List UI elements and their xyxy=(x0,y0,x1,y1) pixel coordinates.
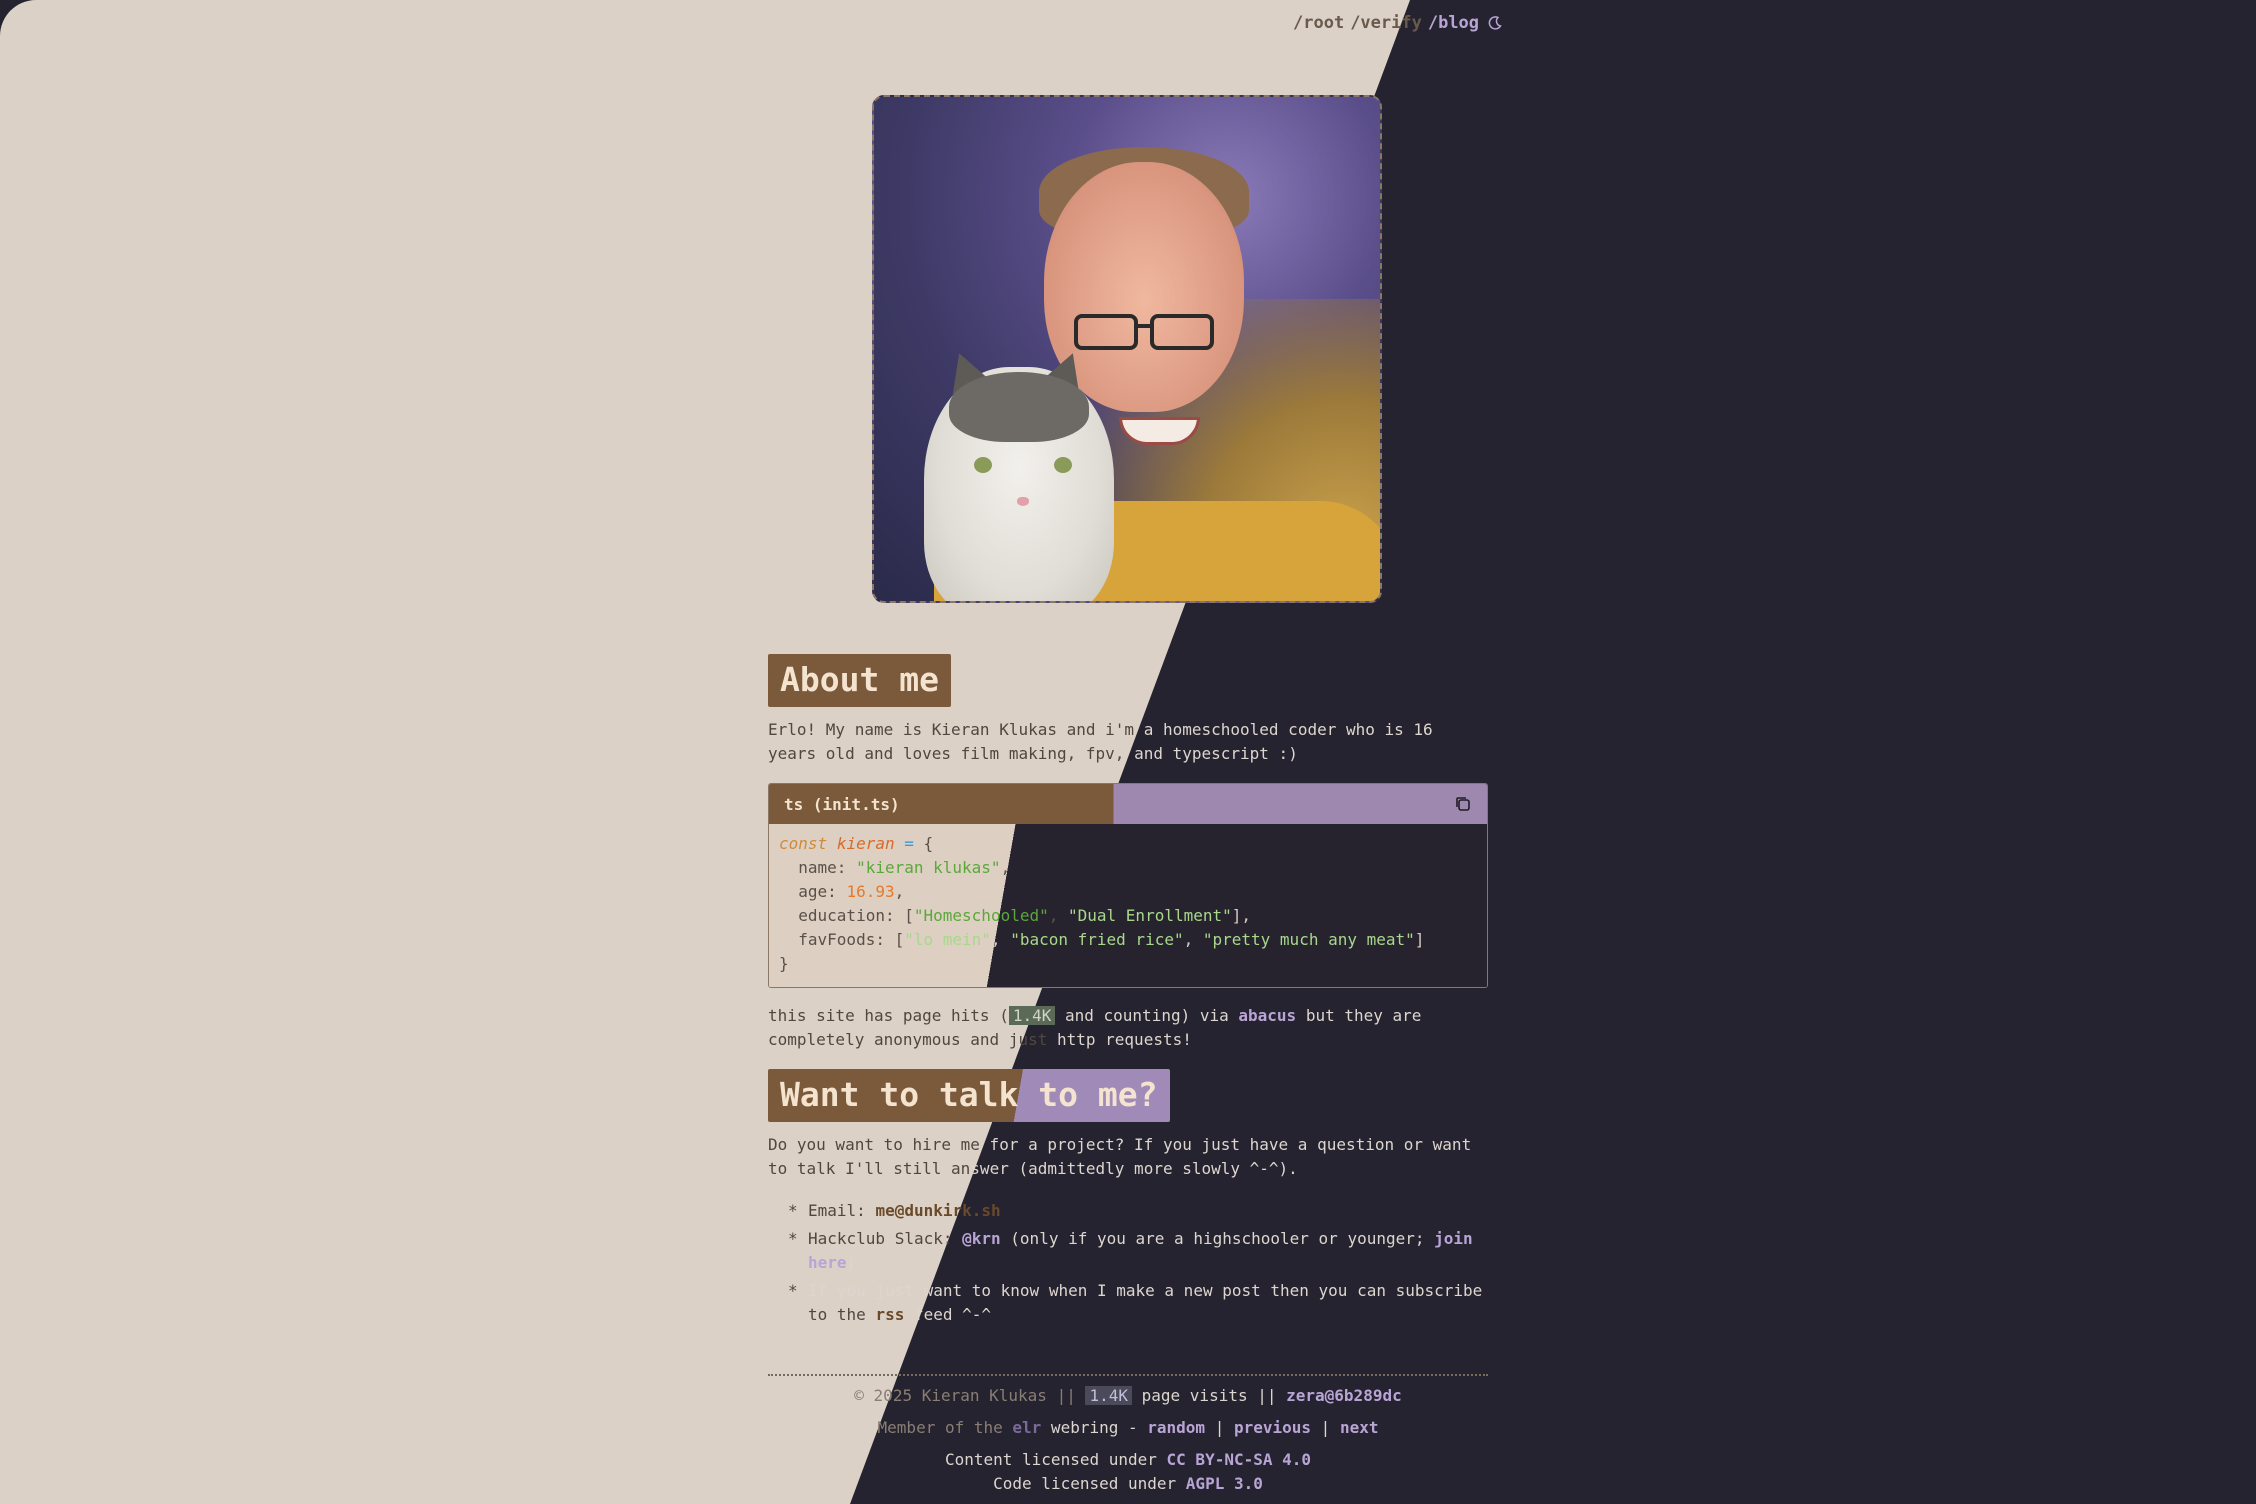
profile-photo xyxy=(872,95,1382,603)
about-heading: About me xyxy=(768,654,951,707)
code-line-2: name: "kieran klukas", xyxy=(798,858,1011,877)
nav-root-link[interactable]: /root xyxy=(1293,13,1344,33)
rss-link[interactable]: rss xyxy=(875,1305,904,1324)
footer-code-license: Code licensed under AGPL 3.0 xyxy=(768,1472,1488,1496)
code-string: "kieran klukas" xyxy=(856,858,1001,877)
footer-divider xyxy=(768,1374,1488,1376)
webring-previous-link[interactable]: previous xyxy=(1234,1418,1311,1437)
code-line-5: favFoods: ["lo mein", "bacon fried rice"… xyxy=(798,930,1425,949)
code-key: name xyxy=(798,858,837,877)
talk-text-b: for a project? If you just have a questi… xyxy=(979,1135,1472,1154)
code-line-1: const kieran = { xyxy=(779,832,1477,856)
cat-eye-left xyxy=(974,457,992,473)
footer-copyright: © 2025 Kieran Klukas || xyxy=(854,1386,1086,1405)
about-paragraph: Erlo! My name is Kieran Klukas and i'm a… xyxy=(768,718,1488,766)
code-keyword: const xyxy=(779,834,828,853)
footer-webring-line: Member of the elr webring - random | pre… xyxy=(768,1416,1488,1440)
talk-text-a: Do you want to hire me xyxy=(768,1135,980,1154)
code-line-3: age: 16.93, xyxy=(798,882,905,901)
hits-text-line2b: http requests! xyxy=(1047,1030,1192,1049)
page: /root /verify /blog About me Erlo! My na… xyxy=(0,0,2256,1504)
hits-paragraph: this site has page hits (1.4K and counti… xyxy=(768,1004,1488,1052)
code-block-title: ts (init.ts) xyxy=(784,794,900,814)
about-text-a: Erlo! My name is Kieran Klukas and i'm xyxy=(768,720,1135,739)
code-variable: kieran xyxy=(836,834,895,853)
talk-paragraph: Do you want to hire me for a project? If… xyxy=(768,1133,1488,1181)
code-block-body: const kieran = { name: "kieran klukas", … xyxy=(769,824,1487,987)
footer-visits-badge: 1.4K xyxy=(1085,1386,1132,1405)
code-operator: = xyxy=(904,834,914,853)
webring-text-pre: Member of the xyxy=(877,1418,1013,1437)
code-number: 16.93 xyxy=(846,882,895,901)
moon-icon[interactable] xyxy=(1487,15,1503,31)
rss-text-b: to the xyxy=(808,1305,876,1324)
code-license-link[interactable]: AGPL 3.0 xyxy=(1186,1474,1263,1493)
hits-text-pre: this site has page hits ( xyxy=(768,1006,1009,1025)
footer-copyright-line: © 2025 Kieran Klukas || 1.4K page visits… xyxy=(768,1384,1488,1408)
code-license-label: Code licensed under xyxy=(993,1474,1186,1493)
slack-note: (only if you are a highschooler or young… xyxy=(1000,1229,1435,1248)
code-line-4: education: ["Homeschooled", "Dual Enroll… xyxy=(798,906,1252,925)
rss-text-c: feed ^-^ xyxy=(904,1305,992,1324)
webring-link[interactable]: elr xyxy=(1012,1418,1041,1437)
nav-verify-link[interactable]: /verify xyxy=(1350,13,1422,33)
about-text-d: and typescript :) xyxy=(1134,744,1298,763)
webring-separator: | xyxy=(1311,1418,1340,1437)
talk-text-c: to talk I'll still an xyxy=(768,1159,971,1178)
list-item-slack: Hackclub Slack: @krn (only if you are a … xyxy=(768,1227,1488,1275)
hits-text-mid: and counting) via xyxy=(1055,1006,1239,1025)
talk-text-d: swer (admittedly more slowly ^-^). xyxy=(970,1159,1298,1178)
hits-count-badge: 1.4K xyxy=(1008,1006,1056,1025)
talk-heading: Want to talk to me? xyxy=(768,1069,1170,1122)
code-string: "Homeschooled" xyxy=(913,906,1049,925)
code-key: age xyxy=(798,882,828,901)
list-item-rss: If you just want to know when I make a n… xyxy=(768,1279,1488,1327)
hits-text-line2a: completely anonymous and just xyxy=(768,1030,1048,1049)
footer-visits-label: page visits || xyxy=(1132,1386,1287,1405)
cat-eye-right xyxy=(1054,457,1072,473)
footer-commit-link[interactable]: zera@6b289dc xyxy=(1286,1386,1402,1405)
rss-text-a: If you just want to know when I make a n… xyxy=(808,1281,1483,1300)
slack-end: ) xyxy=(846,1253,857,1272)
code-line-6: } xyxy=(779,954,789,973)
cat-nose xyxy=(1017,497,1029,506)
code-brace: { xyxy=(923,834,934,853)
copy-icon[interactable] xyxy=(1454,795,1472,813)
about-text-b: a homeschooled coder who is 16 xyxy=(1143,720,1433,739)
content-license-label: Content licensed under xyxy=(944,1450,1167,1469)
glasses-shape xyxy=(1074,314,1214,350)
footer-content-license: Content licensed under CC BY-NC-SA 4.0 xyxy=(768,1448,1488,1472)
hits-text-post: but they are xyxy=(1296,1006,1422,1025)
abacus-link[interactable]: abacus xyxy=(1238,1006,1296,1025)
contact-list: Email: me@dunkirk.sh Hackclub Slack: @kr… xyxy=(768,1199,1488,1331)
list-item-email: Email: me@dunkirk.sh xyxy=(768,1199,1488,1223)
code-string: "lo mein" xyxy=(904,930,991,949)
top-nav: /root /verify /blog xyxy=(1293,13,1503,33)
code-string: "pretty much any meat" xyxy=(1202,930,1415,949)
about-text-c: years old and loves film making, fpv, xyxy=(768,744,1125,763)
webring-separator: | xyxy=(1205,1418,1234,1437)
webring-text-mid: webring - xyxy=(1041,1418,1148,1437)
code-string: "bacon fried rice" xyxy=(1010,930,1184,949)
cat-head-patch xyxy=(949,372,1089,442)
webring-random-link[interactable]: random xyxy=(1147,1418,1205,1437)
code-key: favFoods xyxy=(798,930,876,949)
code-block-header: ts (init.ts) xyxy=(769,784,1487,824)
slack-label: Hackclub Slack: xyxy=(808,1229,963,1248)
email-link[interactable]: me@dunkirk.sh xyxy=(875,1201,1000,1220)
code-key: education xyxy=(798,906,885,925)
content-license-link[interactable]: CC BY-NC-SA 4.0 xyxy=(1167,1450,1312,1469)
nav-blog-link[interactable]: /blog xyxy=(1428,13,1479,33)
code-string: "Dual Enrollment" xyxy=(1068,906,1232,925)
slack-handle-link[interactable]: @krn xyxy=(962,1229,1001,1248)
email-label: Email: xyxy=(808,1201,876,1220)
webring-next-link[interactable]: next xyxy=(1340,1418,1379,1437)
code-block: ts (init.ts) const kieran = { name: "kie… xyxy=(768,783,1488,988)
